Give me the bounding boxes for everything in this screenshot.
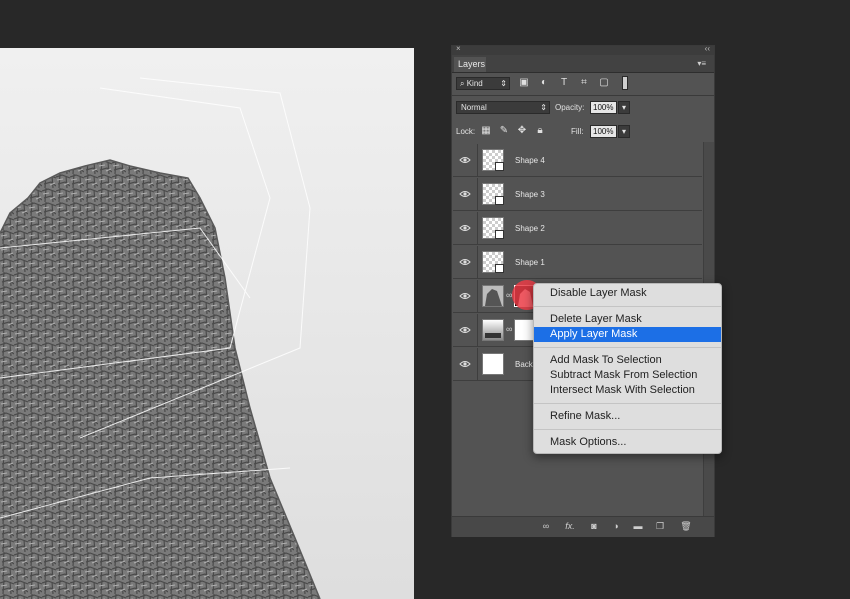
menu-item-add-mask-to-selection[interactable]: Add Mask To Selection	[534, 353, 721, 368]
shape-badge-icon	[495, 196, 504, 205]
folder-icon[interactable]: ▬	[632, 521, 644, 532]
shape-badge-icon	[495, 264, 504, 273]
blend-mode-select[interactable]: Normal ⇕	[456, 101, 550, 114]
eye-icon[interactable]	[459, 325, 471, 335]
eye-icon[interactable]	[459, 189, 471, 199]
menu-item-delete-layer-mask[interactable]: Delete Layer Mask	[534, 312, 721, 327]
layer-thumbnail	[482, 285, 504, 307]
mask-icon[interactable]: ◙	[588, 521, 600, 532]
fx-icon[interactable]: fx.	[564, 521, 576, 532]
layer-name[interactable]: Shape 3	[515, 189, 545, 200]
layer-row[interactable]: Shape 2	[453, 212, 702, 245]
menu-item-refine-mask[interactable]: Refine Mask...	[534, 409, 721, 424]
blend-mode-value: Normal	[461, 103, 487, 112]
fill-input[interactable]: 100%	[590, 125, 617, 138]
panel-tab-row: Layers ▾≡	[452, 55, 714, 73]
rock-photo	[0, 77, 321, 599]
layer-mask-context-menu: Disable Layer Mask Delete Layer Mask App…	[533, 283, 722, 454]
type-filter-icon[interactable]: T	[558, 77, 570, 89]
rock-thumbnail-icon	[485, 289, 502, 306]
adjustment-icon[interactable]: ◑	[610, 521, 622, 532]
chevron-updown-icon: ⇕	[500, 79, 507, 88]
lock-all-icon[interactable]: 🔒︎	[534, 125, 546, 137]
shape-filter-icon[interactable]: ⌗	[578, 77, 590, 89]
fill-dropdown-button[interactable]: ▾	[618, 125, 630, 138]
adjustment-filter-icon[interactable]: ◐	[538, 77, 550, 89]
menu-item-mask-options[interactable]: Mask Options...	[534, 435, 721, 450]
search-icon: ⌕	[460, 79, 467, 88]
lock-position-icon[interactable]: ✥	[516, 125, 528, 137]
link-icon[interactable]: ∞	[540, 521, 552, 532]
layer-thumbnail	[482, 217, 504, 239]
layer-row[interactable]: Shape 1	[453, 246, 702, 279]
eye-icon[interactable]	[459, 291, 471, 301]
chevron-updown-icon: ⇕	[540, 103, 547, 112]
link-icon[interactable]: ∞	[506, 324, 512, 334]
close-panel-button[interactable]: ×	[456, 44, 461, 54]
menu-item-disable-layer-mask[interactable]: Disable Layer Mask	[534, 286, 721, 301]
layer-thumbnail	[482, 353, 504, 375]
eye-icon[interactable]	[459, 257, 471, 267]
layer-name[interactable]: Shape 4	[515, 155, 545, 166]
opacity-input[interactable]: 100%	[590, 101, 617, 114]
shape-badge-icon	[495, 230, 504, 239]
filter-kind-select[interactable]: ⌕ Kind ⇕	[456, 77, 510, 90]
trash-icon[interactable]: 🗑︎	[680, 521, 692, 532]
lock-transparent-icon[interactable]: ▦	[480, 125, 492, 137]
filter-kind-label: Kind	[466, 79, 483, 88]
pixel-filter-icon[interactable]: ▣	[518, 77, 530, 89]
layer-name[interactable]: Shape 2	[515, 223, 545, 234]
smart-object-filter-icon[interactable]: ▢	[598, 77, 610, 89]
layer-thumbnail	[482, 319, 504, 341]
opacity-dropdown-button[interactable]: ▾	[618, 101, 630, 114]
adjustment-badge-icon	[485, 333, 501, 338]
filter-toggle[interactable]	[622, 76, 628, 90]
lock-brush-icon[interactable]: ✎	[498, 125, 510, 137]
eye-icon[interactable]	[459, 359, 471, 369]
eye-icon[interactable]	[459, 155, 471, 165]
panel-bottom-bar: ∞ fx. ◙ ◑ ▬ ❐ 🗑︎	[452, 516, 714, 537]
collapse-panel-button[interactable]: ‹‹	[705, 44, 710, 54]
layer-thumbnail	[482, 251, 504, 273]
layer-thumbnail	[482, 149, 504, 171]
layer-row[interactable]: Shape 4	[453, 144, 702, 177]
panel-titlebar: × ‹‹	[452, 44, 714, 55]
opacity-label: Opacity:	[555, 103, 585, 112]
eye-icon[interactable]	[459, 223, 471, 233]
menu-item-subtract-mask-from-selection[interactable]: Subtract Mask From Selection	[534, 368, 721, 383]
fill-label: Fill:	[571, 127, 584, 136]
new-layer-icon[interactable]: ❐	[654, 521, 666, 532]
menu-item-intersect-mask-with-selection[interactable]: Intersect Mask With Selection	[534, 383, 721, 398]
layer-name[interactable]: Shape 1	[515, 257, 545, 268]
document-canvas[interactable]	[0, 48, 414, 599]
menu-item-apply-layer-mask[interactable]: Apply Layer Mask	[534, 327, 721, 342]
tab-layers[interactable]: Layers	[454, 57, 486, 72]
shape-badge-icon	[495, 162, 504, 171]
layer-row[interactable]: Shape 3	[453, 178, 702, 211]
layer-thumbnail	[482, 183, 504, 205]
lock-label: Lock:	[456, 127, 476, 136]
panel-menu-icon[interactable]: ▾≡	[697, 59, 706, 68]
